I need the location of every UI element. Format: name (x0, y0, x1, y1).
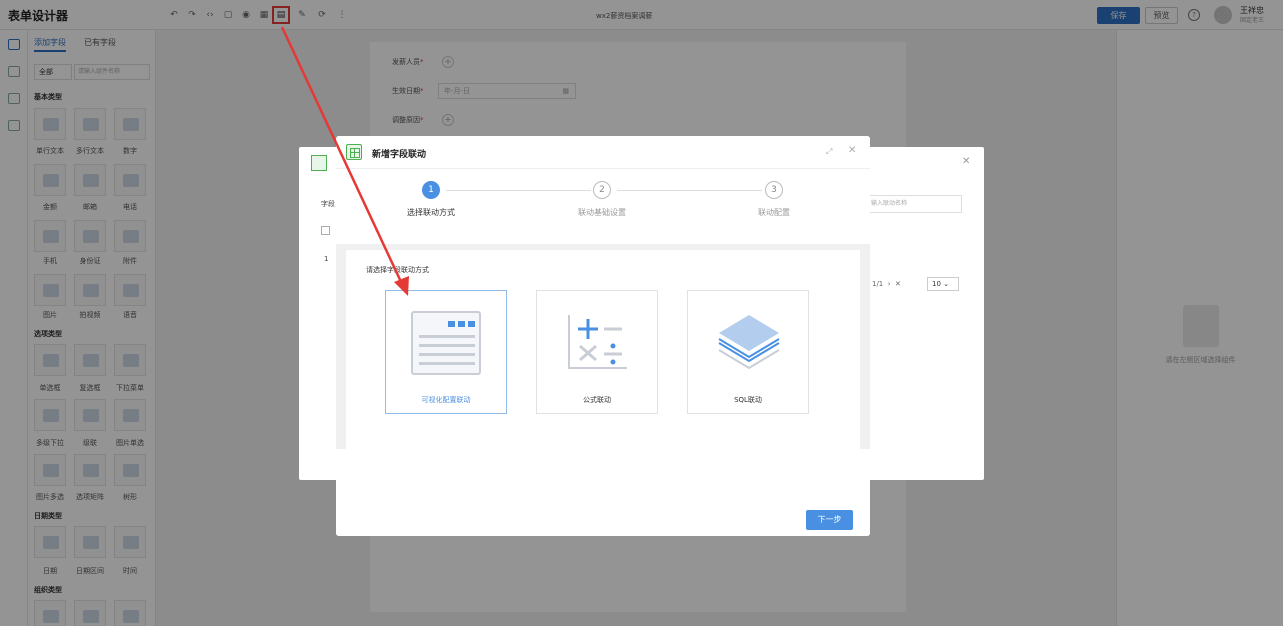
steps: 1 2 3 选择联动方式 联动基础设置 联动配置 (336, 169, 870, 244)
select-all-checkbox[interactable] (321, 226, 330, 235)
step-1-label: 选择联动方式 (407, 208, 455, 217)
card-label: SQL联动 (734, 396, 762, 404)
app-root: 表单设计器 ↶ ↷ ‹› ▢ ◉ ▦ ▤ ✎ ⟳ ⋮ wx2薪资档案调薪 保存 … (0, 0, 1283, 626)
step-1-circle: 1 (422, 181, 440, 199)
step-3-label: 联动配置 (758, 208, 790, 217)
step-3-circle: 3 (765, 181, 783, 199)
pager: 1/1 › ✕ (872, 280, 901, 288)
content-label: 请选择字段联动方式 (366, 266, 429, 274)
page-size-select[interactable]: 10 ⌄ (927, 277, 959, 291)
sql-card[interactable]: SQL联动 (687, 290, 809, 414)
step-2-label: 联动基础设置 (578, 208, 626, 217)
row-number: 1 (324, 255, 329, 263)
dialog-title: 新增字段联动 (372, 150, 427, 160)
formula-icon (568, 315, 627, 369)
close-icon[interactable]: ✕ (848, 145, 856, 156)
link-search-input[interactable]: 输入联动名称 (867, 195, 962, 213)
link-method-panel: 请选择字段联动方式 可视化配置联动 公式联动 SQL联动 (346, 250, 860, 449)
step-connector (617, 190, 762, 191)
new-field-link-dialog: 新增字段联动 ⤢ ✕ 1 2 3 选择联动方式 联动基础设置 联动配置 请选择字… (336, 136, 870, 536)
close-icon[interactable]: ✕ (962, 156, 970, 167)
page-size-value: 10 (932, 280, 941, 288)
next-step-button[interactable]: 下一步 (806, 510, 853, 530)
table-icon (311, 155, 327, 171)
visual-config-icon (411, 311, 481, 375)
step-connector (446, 190, 591, 191)
sql-layers-icon (718, 315, 780, 370)
formula-card[interactable]: 公式联动 (536, 290, 658, 414)
dialog-footer: 下一步 (336, 449, 870, 536)
expand-icon[interactable]: ⤢ (826, 147, 832, 157)
grid-table-icon (346, 144, 362, 160)
step-2-circle: 2 (593, 181, 611, 199)
visual-config-card[interactable]: 可视化配置联动 (385, 290, 507, 414)
dialog-header: 新增字段联动 ⤢ ✕ (336, 136, 870, 169)
card-label: 可视化配置联动 (421, 396, 471, 404)
column-header: 字段 (321, 200, 335, 208)
card-label: 公式联动 (583, 396, 611, 404)
pager-text: 1/1 (872, 280, 884, 288)
